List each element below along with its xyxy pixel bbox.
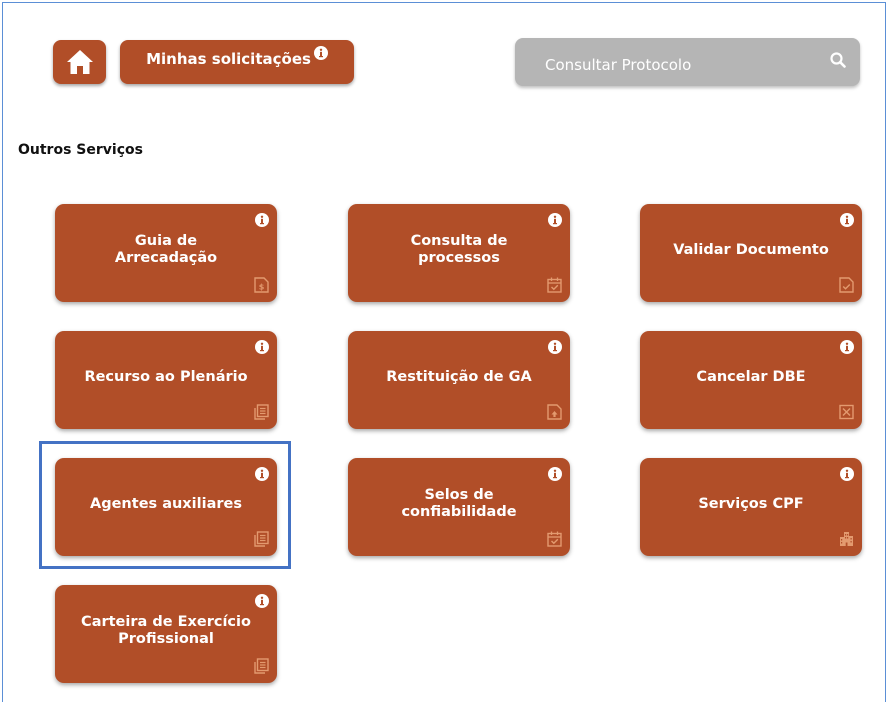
service-card-label: Carteira de Exercício Profissional <box>81 614 251 647</box>
invoice-document-icon: $ <box>254 277 269 293</box>
service-card[interactable]: Guia de Arrecadação $ <box>55 204 277 302</box>
info-icon[interactable] <box>548 212 562 227</box>
info-icon[interactable] <box>840 212 854 227</box>
home-button[interactable] <box>53 40 106 84</box>
documents-stack-icon <box>254 404 269 420</box>
my-requests-label: Minhas solicitações <box>146 50 311 68</box>
svg-text:$: $ <box>259 283 265 292</box>
calendar-check-icon <box>547 277 562 293</box>
protocol-search-box <box>515 38 860 86</box>
service-card[interactable]: Recurso ao Plenário <box>55 331 277 429</box>
info-icon[interactable] <box>255 212 269 227</box>
close-box-icon <box>839 404 854 420</box>
service-card-label: Restituição de GA <box>386 368 532 385</box>
protocol-search-input[interactable] <box>515 38 805 86</box>
service-card-label: Guia de Arrecadação <box>114 233 218 266</box>
service-card[interactable]: Serviços CPF <box>640 458 862 556</box>
info-icon[interactable] <box>840 466 854 481</box>
section-title: Outros Serviços <box>18 142 143 158</box>
service-card[interactable]: Carteira de Exercício Profissional <box>55 585 277 683</box>
service-card[interactable]: Restituição de GA <box>348 331 570 429</box>
service-card-label: Cancelar DBE <box>696 368 806 385</box>
home-icon <box>66 50 93 74</box>
service-card[interactable]: Validar Documento <box>640 204 862 302</box>
selection-highlight <box>39 441 291 569</box>
info-icon[interactable] <box>313 46 328 60</box>
document-check-icon <box>839 277 854 293</box>
info-icon[interactable] <box>548 466 562 481</box>
info-icon[interactable] <box>548 339 562 354</box>
service-card[interactable]: Cancelar DBE <box>640 331 862 429</box>
info-icon[interactable] <box>255 339 269 354</box>
my-requests-button[interactable]: Minhas solicitações <box>120 40 354 84</box>
service-card-label: Recurso ao Plenário <box>84 368 248 385</box>
calendar-check-icon <box>547 531 562 547</box>
building-icon <box>839 531 854 547</box>
document-upload-icon <box>547 404 562 420</box>
info-icon[interactable] <box>840 339 854 354</box>
documents-stack-icon <box>254 658 269 674</box>
service-card[interactable]: Consulta de processos <box>348 204 570 302</box>
service-card[interactable]: Selos de confiabilidade <box>348 458 570 556</box>
service-card-label: Consulta de processos <box>410 233 508 266</box>
search-icon[interactable] <box>830 52 846 68</box>
service-card-label: Serviços CPF <box>698 495 804 512</box>
service-card-label: Validar Documento <box>673 241 829 258</box>
info-icon[interactable] <box>255 593 269 608</box>
service-card-label: Selos de confiabilidade <box>401 487 517 520</box>
